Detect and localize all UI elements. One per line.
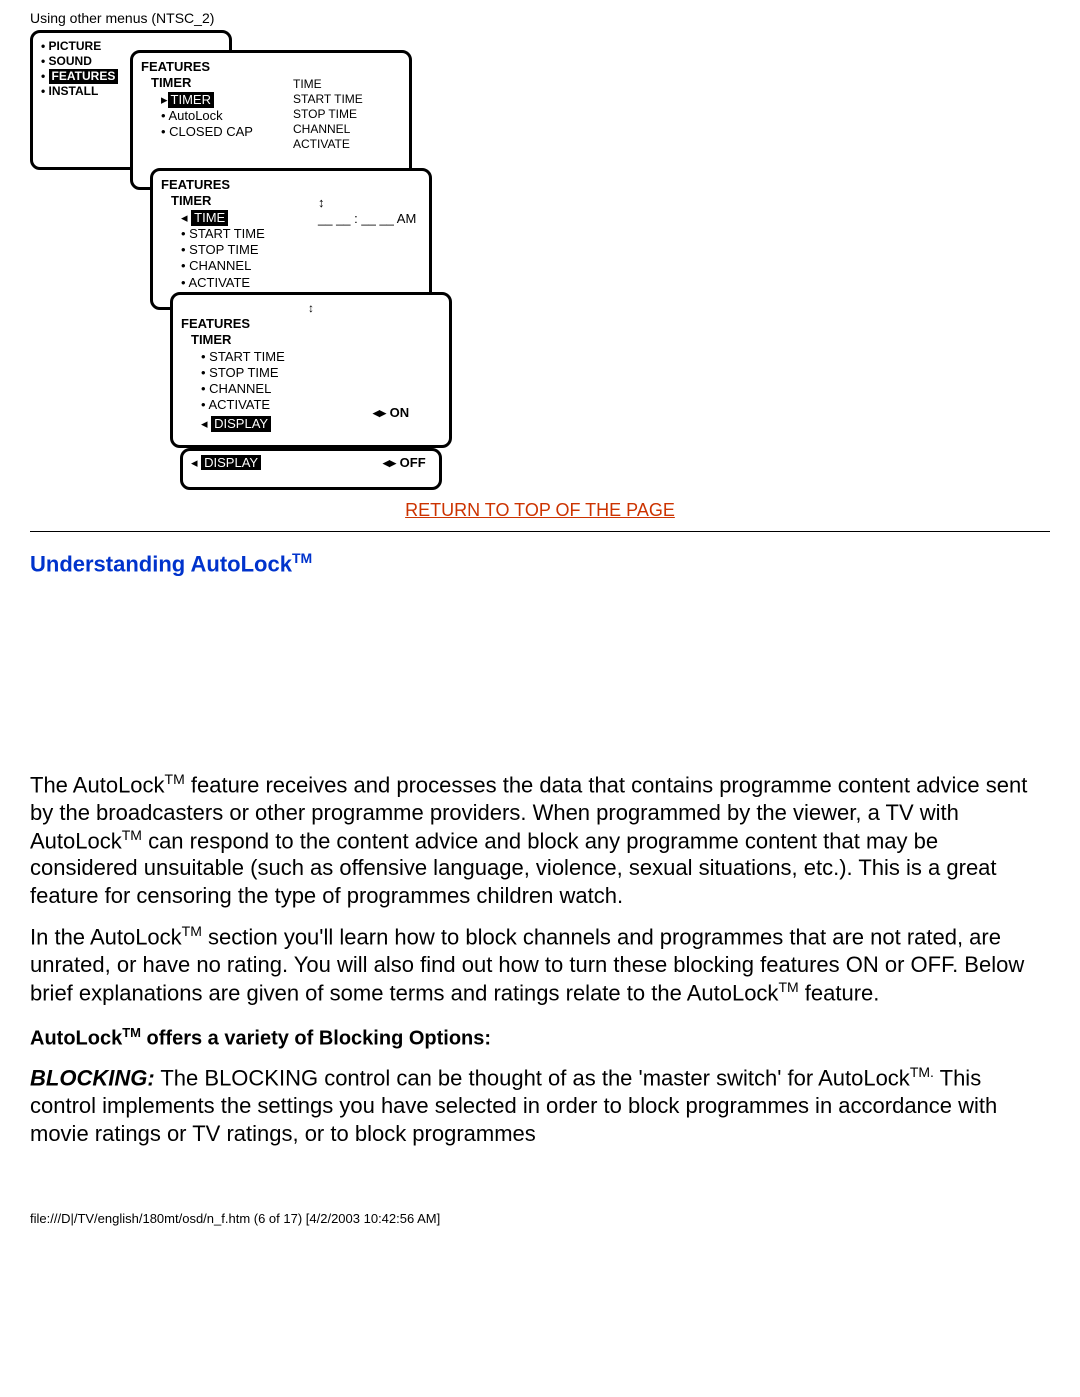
menu-item: START TIME (181, 349, 441, 365)
page-header: Using other menus (NTSC_2) (30, 0, 1050, 26)
menu-item: CHANNEL (161, 258, 421, 274)
paragraph-blocking: BLOCKING: The BLOCKING control can be th… (30, 1064, 1050, 1147)
card-title: FEATURES (141, 59, 401, 75)
divider (30, 531, 1050, 532)
menu-item: STOP TIME (161, 242, 421, 258)
features-time-card: FEATURES TIMER ◂ TIME START TIME STOP TI… (150, 168, 432, 310)
paragraph-2: In the AutoLockTM section you'll learn h… (30, 923, 1050, 1006)
display-off-card: ◂ DISPLAY ◂▸ OFF (180, 448, 442, 490)
time-value: ↕__ __ : __ __ AM (318, 195, 416, 228)
section-heading: Understanding AutoLockTM (30, 550, 1050, 577)
menu-item: CHANNEL (181, 381, 441, 397)
paragraph-1: The AutoLockTM feature receives and proc… (30, 771, 1050, 909)
return-to-top-link[interactable]: RETURN TO TOP OF THE PAGE (405, 500, 675, 520)
sub-heading: AutoLockTM offers a variety of Blocking … (30, 1025, 1050, 1051)
card-sub: TIMER (181, 332, 441, 348)
blocking-label: BLOCKING: (30, 1066, 155, 1091)
footer-path: file:///D|/TV/english/180mt/osd/n_f.htm … (30, 1161, 1050, 1236)
menu-item: STOP TIME (181, 365, 441, 381)
menu-diagram: PICTURE SOUND FEATURES INSTALL FEATURES … (30, 30, 450, 490)
card-title: FEATURES (161, 177, 421, 193)
features-display-card: ↕ FEATURES TIMER START TIME STOP TIME CH… (170, 292, 452, 448)
highlighted-item: DISPLAY (201, 455, 261, 470)
display-on-value: ◂▸ ON (373, 405, 409, 421)
card-title: FEATURES (181, 316, 441, 332)
menu-item: ACTIVATE (161, 275, 421, 291)
display-off-value: ◂▸ OFF (383, 455, 426, 471)
menu-item: START TIME (161, 226, 421, 242)
right-column: TIME START TIME STOP TIME CHANNEL ACTIVA… (293, 77, 363, 152)
